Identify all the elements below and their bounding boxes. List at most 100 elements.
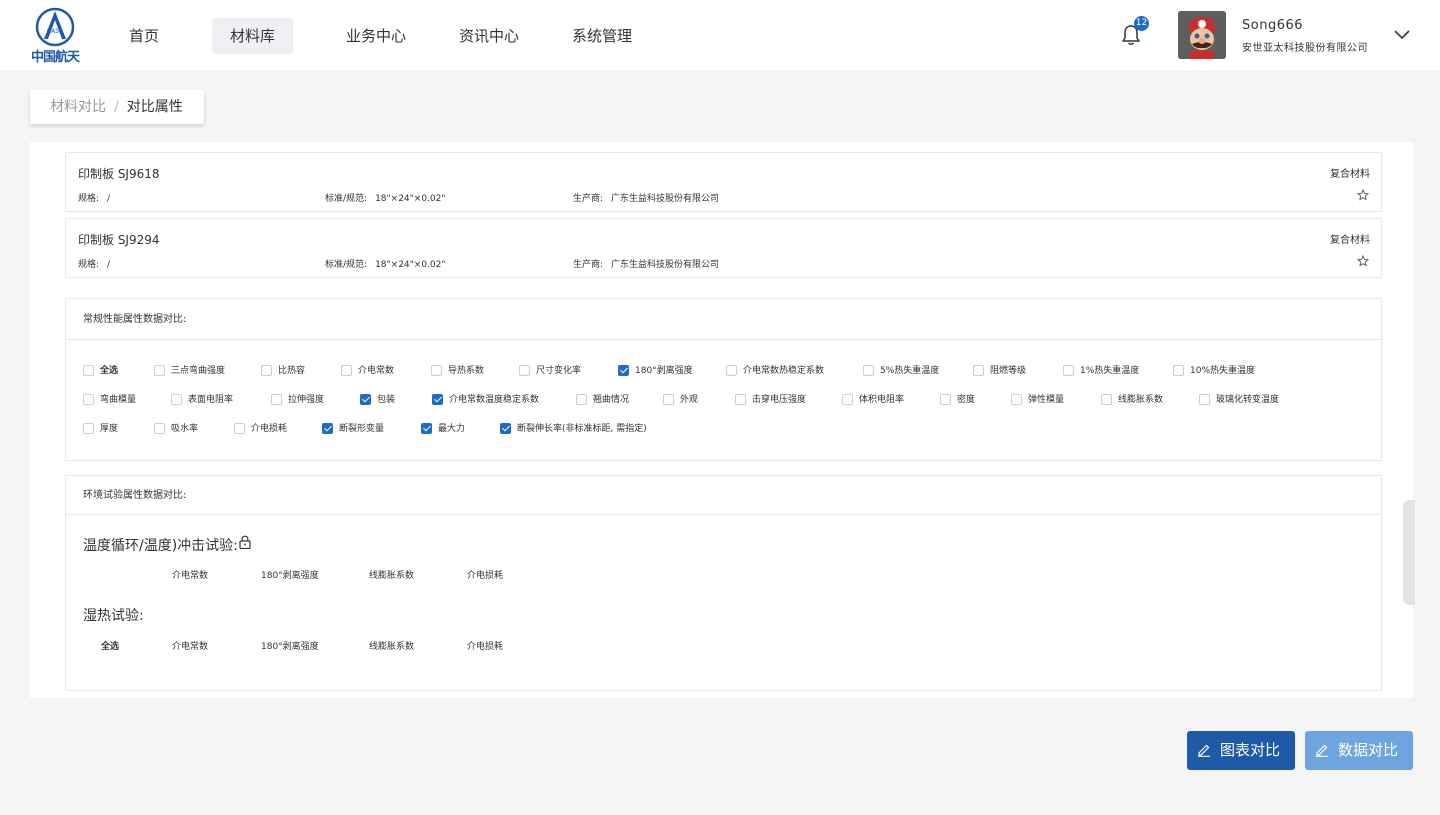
checkbox-checked-icon[interactable] (432, 394, 443, 405)
checkbox-label: 阻燃等级 (990, 366, 1027, 376)
section-title: 环境试验属性数据对比: (66, 476, 1381, 515)
checkbox-unchecked-icon[interactable] (973, 365, 984, 376)
logo-badge-text: CASC (47, 28, 63, 35)
checkbox-unchecked-icon[interactable] (940, 394, 951, 405)
checkbox-checked-icon[interactable] (500, 423, 511, 434)
checkbox-label: 厚度 (100, 424, 119, 434)
test-property[interactable]: 介电常数 (172, 568, 208, 581)
checkbox-unchecked-icon[interactable] (154, 423, 165, 434)
checkbox-label: 三点弯曲强度 (171, 366, 226, 376)
checkbox-unchecked-icon[interactable] (261, 365, 272, 376)
checkbox-unchecked-icon[interactable] (663, 394, 674, 405)
test-property[interactable]: 180°剥离强度 (261, 639, 319, 652)
checkbox-unchecked-icon[interactable] (154, 365, 165, 376)
button-label: 图表对比 (1220, 741, 1281, 759)
data-compare-button[interactable]: 数据对比 (1305, 731, 1413, 770)
star-icon[interactable] (1357, 255, 1369, 267)
checkbox-label: 介电损耗 (251, 424, 288, 434)
breadcrumb-current: 对比属性 (126, 99, 183, 115)
checkbox-label: 最大力 (438, 424, 466, 434)
material-title: 印制板 SJ9618 (78, 167, 160, 181)
checkbox-label: 表面电阻率 (188, 395, 234, 405)
floating-side-tab[interactable] (1403, 500, 1415, 605)
checkbox-label: 击穿电压强度 (752, 395, 807, 405)
checkbox-label: 密度 (957, 395, 976, 405)
checkbox-unchecked-icon[interactable] (171, 394, 182, 405)
checkbox-label: 包装 (377, 395, 396, 405)
checkbox-label: 介电常数 (358, 366, 395, 376)
checkbox-unchecked-icon[interactable] (1173, 365, 1184, 376)
checkbox-label: 翘曲情况 (593, 395, 630, 405)
checkbox-checked-icon[interactable] (618, 365, 629, 376)
breadcrumb-parent[interactable]: 材料对比 (50, 99, 106, 115)
checkbox-unchecked-icon[interactable] (271, 394, 282, 405)
checkbox-unchecked-icon[interactable] (735, 394, 746, 405)
checkbox-label: 180°剥离强度 (635, 366, 693, 376)
material-type: 复合材料 (1330, 235, 1370, 246)
checkbox-unchecked-icon[interactable] (83, 394, 94, 405)
checkbox-label: 体积电阻率 (859, 395, 905, 405)
checkbox-unchecked-icon[interactable] (842, 394, 853, 405)
test-property[interactable]: 180°剥离强度 (261, 568, 319, 581)
nav-system[interactable]: 系统管理 (562, 18, 642, 54)
checkbox-unchecked-icon[interactable] (726, 365, 737, 376)
checkbox-unchecked-icon[interactable] (576, 394, 587, 405)
material-type: 复合材料 (1330, 169, 1370, 180)
checkbox-label: 比热容 (278, 366, 306, 376)
checkbox-unchecked-icon[interactable] (83, 423, 94, 434)
avatar[interactable] (1178, 11, 1226, 59)
test-property[interactable]: 线膨胀系数 (369, 639, 414, 652)
test-title-thermal-shock: 温度循环/温度)冲击试验: (83, 538, 238, 554)
checkbox-label: 导热系数 (448, 366, 485, 376)
top-header: CASC 中国航天 首页 材料库 业务中心 资讯中心 系统管理 12 Song6… (0, 0, 1440, 70)
star-icon[interactable] (1357, 189, 1369, 201)
environment-test-section: 环境试验属性数据对比: 温度循环/温度)冲击试验: 介电常数 180°剥离强度 … (65, 475, 1382, 691)
checkbox-unchecked-icon[interactable] (234, 423, 245, 434)
select-all[interactable]: 全选 (101, 639, 119, 652)
checkbox-checked-icon[interactable] (322, 423, 333, 434)
checkbox-checked-icon[interactable] (360, 394, 371, 405)
checkbox-label: 弹性模量 (1028, 395, 1065, 405)
checkbox-label: 5%热失重温度 (880, 366, 940, 376)
nav-materials[interactable]: 材料库 (212, 18, 293, 54)
material-standard: 标准/规范: 18"×24"×0.02" (325, 260, 446, 270)
checkbox-unchecked-icon[interactable] (1063, 365, 1074, 376)
edit-icon (1198, 744, 1210, 757)
test-property[interactable]: 线膨胀系数 (369, 568, 414, 581)
chart-compare-button[interactable]: 图表对比 (1187, 731, 1295, 770)
button-label: 数据对比 (1338, 741, 1399, 759)
checkbox-label: 吸水率 (171, 424, 199, 434)
checkbox-unchecked-icon[interactable] (1101, 394, 1112, 405)
nav-home[interactable]: 首页 (112, 18, 176, 54)
material-maker: 生产商: 广东生益科技股份有限公司 (573, 194, 720, 204)
checkbox-unchecked-icon[interactable] (1011, 394, 1022, 405)
checkbox-unchecked-icon[interactable] (519, 365, 530, 376)
checkbox-unchecked-icon[interactable] (431, 365, 442, 376)
main-panel: 印制板 SJ9618 复合材料 规格: / 标准/规范: 18"×24"×0.02"… (30, 142, 1413, 698)
test-property[interactable]: 介电损耗 (467, 639, 503, 652)
test-property[interactable]: 介电常数 (172, 639, 208, 652)
checkbox-label: 介电常数温度稳定系数 (449, 395, 540, 405)
material-title: 印制板 SJ9294 (78, 233, 160, 247)
material-standard: 标准/规范: 18"×24"×0.02" (325, 194, 446, 204)
lock-icon[interactable] (239, 535, 251, 549)
checkbox-label: 外观 (680, 395, 699, 405)
avatar-image (1178, 11, 1226, 59)
material-spec: 规格: / (78, 260, 111, 270)
breadcrumb-separator: / (114, 99, 119, 115)
checkbox-unchecked-icon[interactable] (341, 365, 352, 376)
checkbox-unchecked-icon[interactable] (1199, 394, 1210, 405)
checkbox-unchecked-icon[interactable] (863, 365, 874, 376)
chevron-down-icon[interactable] (1393, 27, 1411, 41)
test-property[interactable]: 介电损耗 (467, 568, 503, 581)
nav-news[interactable]: 资讯中心 (449, 18, 529, 54)
regular-properties-section: 常规性能属性数据对比: 全选 三点弯曲强度 比热容 介电常数 导热系数 尺寸变化率 180°… (65, 298, 1382, 461)
material-maker: 生产商: 广东生益科技股份有限公司 (573, 260, 720, 270)
checkbox-label: 断裂形变量 (339, 424, 385, 434)
section-title: 常规性能属性数据对比: (66, 299, 1381, 340)
checkbox-label: 1%热失重温度 (1080, 366, 1140, 376)
nav-business[interactable]: 业务中心 (336, 18, 416, 54)
checkbox-unchecked-icon[interactable] (83, 365, 94, 376)
checkbox-checked-icon[interactable] (421, 423, 432, 434)
user-name: Song666 (1242, 18, 1304, 33)
